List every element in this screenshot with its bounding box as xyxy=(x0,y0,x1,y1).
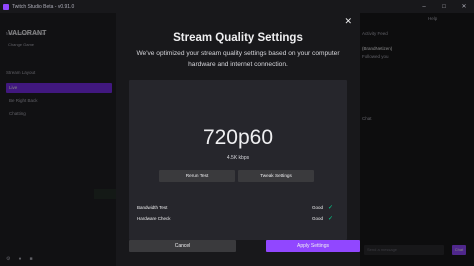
bandwidth-check-row: Bandwidth Test Good ✓ xyxy=(137,205,333,215)
close-icon[interactable]: ✕ xyxy=(344,16,352,27)
bitrate-value: 4.5K kbps xyxy=(226,155,250,161)
hardware-check-row: Hardware Check Good ✓ xyxy=(137,216,333,226)
window-title: Twitch Studio Beta - v0.91.0 xyxy=(12,3,75,10)
title-bar: Twitch Studio Beta - v0.91.0 – □ ✕ xyxy=(0,0,474,13)
tweak-settings-button[interactable]: Tweak Settings xyxy=(238,170,314,182)
modal-description: We've optimized your stream quality sett… xyxy=(136,50,340,68)
quality-value: 720p60 xyxy=(202,126,274,149)
stream-quality-modal: ✕ Stream Quality Settings We've optimize… xyxy=(116,13,360,266)
modal-title: Stream Quality Settings xyxy=(173,32,303,44)
twitch-studio-icon xyxy=(3,3,9,10)
checkmark-icon: ✓ xyxy=(327,205,333,211)
checkmark-icon: ✓ xyxy=(327,216,333,222)
window-controls: – □ ✕ xyxy=(414,0,474,13)
rerun-test-button[interactable]: Rerun Test xyxy=(159,170,235,182)
check-status: Good xyxy=(311,205,323,210)
cancel-button[interactable]: Cancel xyxy=(129,240,236,252)
maximize-icon[interactable]: □ xyxy=(434,0,454,13)
minimize-icon[interactable]: – xyxy=(414,0,434,13)
check-status: Good xyxy=(311,216,323,221)
close-window-icon[interactable]: ✕ xyxy=(454,0,474,13)
result-card: 720p60 4.5K kbps Rerun Test Tweak Settin… xyxy=(129,80,347,240)
apply-settings-button[interactable]: Apply Settings xyxy=(266,240,360,252)
check-label: Hardware Check xyxy=(137,216,171,221)
check-label: Bandwidth Test xyxy=(137,205,168,210)
